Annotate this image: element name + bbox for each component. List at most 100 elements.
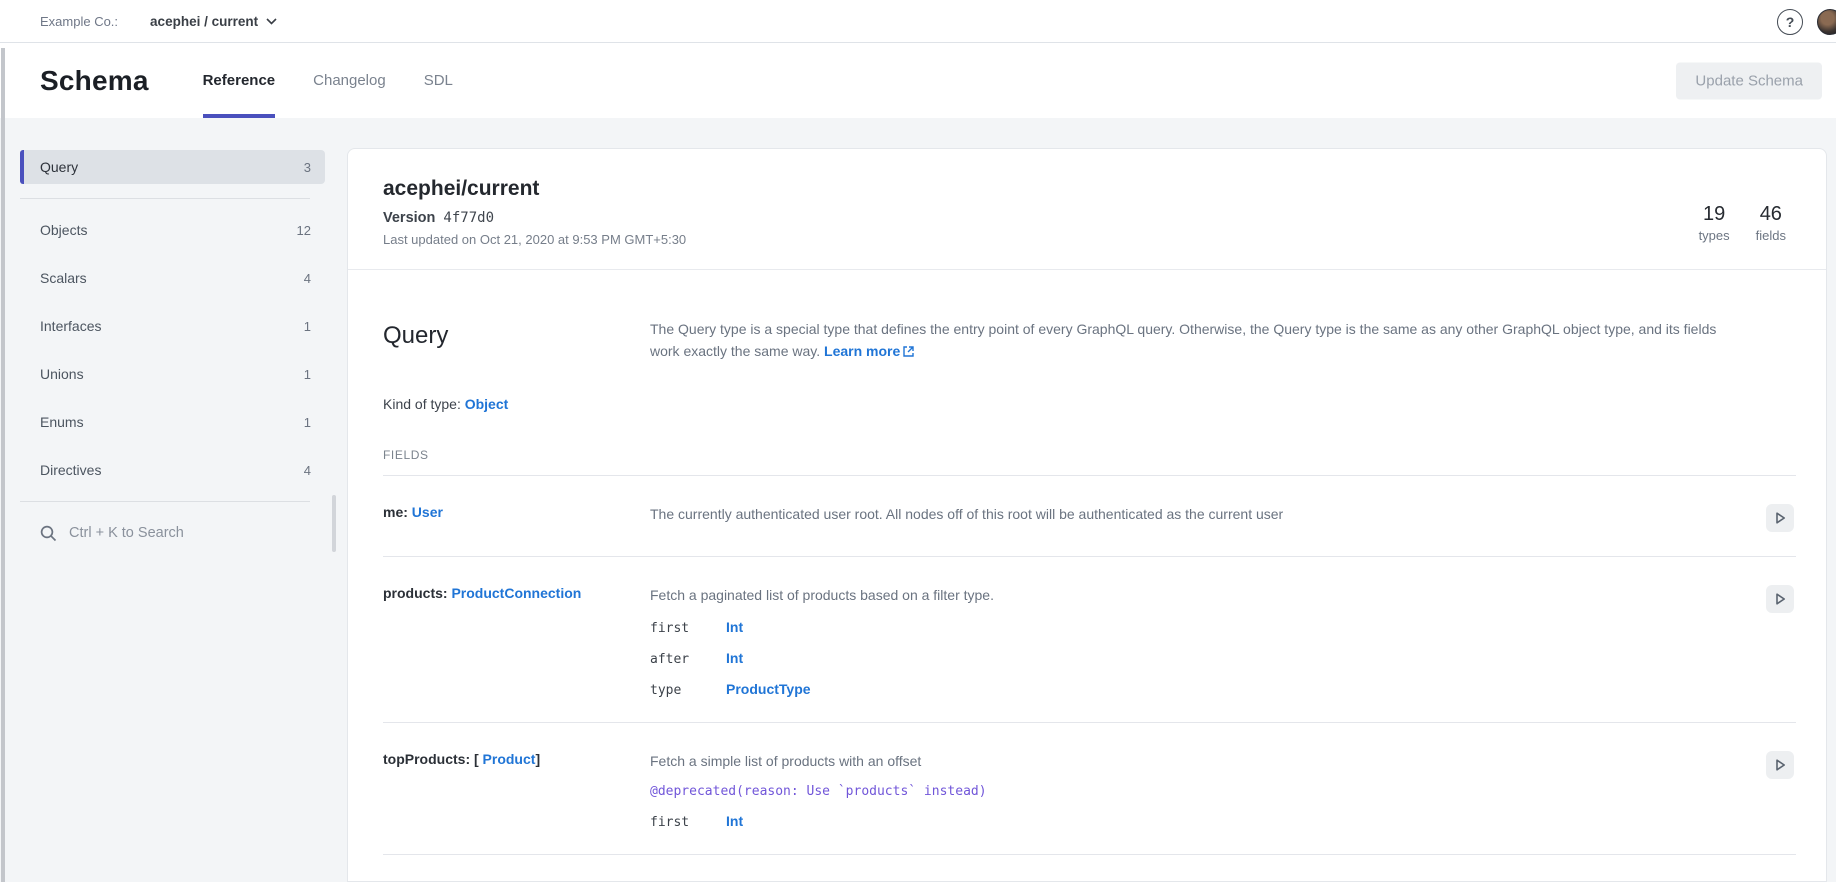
field-name: topProducts: [: [383, 751, 479, 767]
learn-more-link[interactable]: Learn more: [824, 343, 914, 359]
field-args: first Int: [650, 813, 1736, 830]
fields-heading: FIELDS: [383, 448, 1796, 476]
field-signature: products: ProductConnection: [383, 585, 650, 698]
external-link-icon: [903, 346, 914, 357]
sidebar-item-label: Objects: [20, 222, 87, 238]
sidebar-item-count: 12: [297, 223, 325, 238]
sidebar-item[interactable]: Query 3: [20, 150, 325, 184]
run-field-button[interactable]: [1766, 751, 1794, 779]
sidebar-item[interactable]: Directives 4: [20, 453, 325, 487]
sidebar-item[interactable]: Scalars 4: [20, 261, 325, 295]
sidebar-item-label: Scalars: [20, 270, 87, 286]
field-description: The currently authenticated user root. A…: [650, 504, 1736, 524]
run-field-button[interactable]: [1766, 585, 1794, 613]
arg-name: first: [650, 815, 712, 830]
field-type-link[interactable]: Product: [483, 751, 536, 767]
type-description: The Query type is a special type that de…: [650, 318, 1736, 362]
field-description: Fetch a simple list of products with an …: [650, 751, 1736, 771]
sidebar-scrollbar[interactable]: [332, 495, 336, 552]
search-trigger[interactable]: Ctrl + K to Search: [40, 516, 325, 550]
field-row: me: User The currently authenticated use…: [383, 476, 1796, 557]
run-field-button[interactable]: [1766, 504, 1794, 532]
play-icon: [1773, 592, 1787, 606]
field-row: topProducts: [ Product] Fetch a simple l…: [383, 723, 1796, 855]
schema-card-header: acephei/current Version 4f77d0 Last upda…: [348, 149, 1826, 270]
field-signature: me: User: [383, 504, 650, 532]
page-title: Schema: [40, 65, 149, 97]
tab-bar: Reference Changelog SDL: [203, 43, 453, 118]
search-icon: [40, 525, 57, 542]
arg-row: first Int: [650, 619, 1736, 636]
arg-type-link[interactable]: Int: [726, 619, 743, 635]
arg-name: first: [650, 621, 712, 636]
page-header: Schema Reference Changelog SDL Update Sc…: [0, 43, 1836, 118]
org-label: Example Co.:: [40, 14, 118, 29]
stat-label: fields: [1756, 228, 1786, 243]
sidebar-item-label: Query: [20, 159, 78, 175]
tab[interactable]: SDL: [424, 43, 453, 118]
help-icon[interactable]: ?: [1777, 9, 1803, 35]
stat: 19 types: [1699, 203, 1730, 247]
version-label: Version: [383, 210, 435, 226]
version-value: 4f77d0: [443, 210, 494, 226]
sidebar-item-count: 4: [304, 271, 325, 286]
sidebar-divider: [20, 198, 310, 199]
field-name: products:: [383, 585, 448, 601]
last-updated: Last updated on Oct 21, 2020 at 9:53 PM …: [383, 232, 686, 247]
field-type-link[interactable]: User: [412, 504, 443, 520]
field-signature: topProducts: [ Product]: [383, 751, 650, 830]
stat-value: 19: [1699, 203, 1730, 226]
graph-selector-dropdown[interactable]: acephei / current: [150, 14, 277, 29]
sidebar-item-label: Interfaces: [20, 318, 101, 334]
app-window: Example Co.: acephei / current ? Schema …: [0, 0, 1836, 882]
sidebar-item[interactable]: Enums 1: [20, 405, 325, 439]
deprecated-annotation: @deprecated(reason: Use `products` inste…: [650, 784, 1736, 799]
field-type-link[interactable]: ProductConnection: [451, 585, 581, 601]
field-name: me:: [383, 504, 408, 520]
avatar[interactable]: [1817, 9, 1836, 35]
tab[interactable]: Reference: [203, 43, 276, 118]
sidebar-item-count: 3: [304, 160, 325, 175]
stat-value: 46: [1756, 203, 1786, 226]
kind-value-link[interactable]: Object: [465, 396, 509, 412]
type-section: Query The Query type is a special type t…: [348, 270, 1826, 855]
sidebar-item[interactable]: Objects 12: [20, 213, 325, 247]
stat: 46 fields: [1756, 203, 1786, 247]
type-kind-nav: Query 3 Objects 12 Scalars 4 Interf: [0, 150, 347, 487]
play-icon: [1773, 511, 1787, 525]
arg-type-link[interactable]: Int: [726, 650, 743, 666]
fields-list: me: User The currently authenticated use…: [383, 476, 1796, 855]
sidebar-item-label: Directives: [20, 462, 101, 478]
graph-selector-label: acephei / current: [150, 14, 258, 29]
play-icon: [1773, 758, 1787, 772]
arg-row: after Int: [650, 650, 1736, 667]
search-placeholder: Ctrl + K to Search: [69, 525, 184, 541]
sidebar-item-label: Unions: [20, 366, 84, 382]
schema-stats: 19 types 46 fields: [1699, 203, 1786, 247]
arg-type-link[interactable]: ProductType: [726, 681, 811, 697]
arg-type-link[interactable]: Int: [726, 813, 743, 829]
sidebar: Query 3 Objects 12 Scalars 4 Interf: [0, 118, 347, 882]
arg-row: first Int: [650, 813, 1736, 830]
tab[interactable]: Changelog: [313, 43, 386, 118]
sidebar-item[interactable]: Interfaces 1: [20, 309, 325, 343]
sidebar-item[interactable]: Unions 1: [20, 357, 325, 391]
sidebar-item-count: 1: [304, 367, 325, 382]
graph-title: acephei/current: [383, 177, 686, 201]
stat-label: types: [1699, 228, 1730, 243]
type-name-heading: Query: [383, 322, 650, 362]
schema-card: acephei/current Version 4f77d0 Last upda…: [347, 148, 1827, 882]
chevron-down-icon: [266, 18, 277, 25]
field-row: products: ProductConnection Fetch a pagi…: [383, 557, 1796, 723]
field-description: Fetch a paginated list of products based…: [650, 585, 1736, 605]
arg-name: after: [650, 652, 712, 667]
sidebar-item-count: 1: [304, 319, 325, 334]
field-args: first Int after Int: [650, 619, 1736, 698]
sidebar-divider: [20, 501, 310, 502]
version-row: Version 4f77d0: [383, 210, 686, 226]
sidebar-item-count: 1: [304, 415, 325, 430]
update-schema-button[interactable]: Update Schema: [1676, 62, 1822, 99]
field-suffix: ]: [535, 751, 540, 767]
kind-of-type-row: Kind of type: Object: [383, 396, 1796, 412]
arg-name: type: [650, 683, 712, 698]
